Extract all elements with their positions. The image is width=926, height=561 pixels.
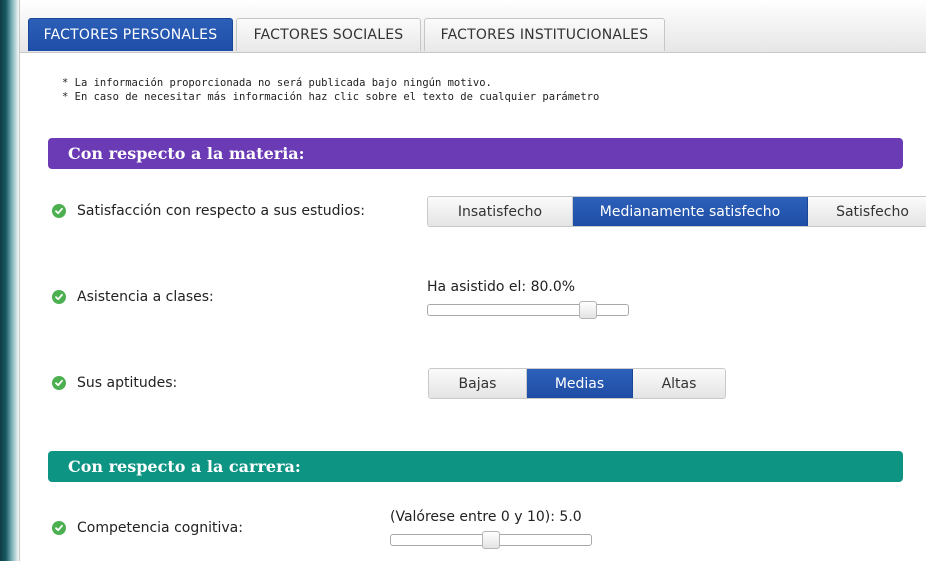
section-header-materia: Con respecto a la materia:	[48, 138, 903, 169]
asistencia-slider-handle[interactable]	[579, 301, 597, 319]
note-privacy: * La información proporcionada no será p…	[62, 77, 492, 89]
section-header-carrera: Con respecto a la carrera:	[48, 451, 903, 482]
field-label-satisfaccion[interactable]: Satisfacción con respecto a sus estudios…	[77, 203, 365, 219]
option-medianamente-satisfecho[interactable]: Medianamente satisfecho	[573, 197, 808, 226]
option-bajas[interactable]: Bajas	[429, 369, 527, 398]
field-aptitudes: Sus aptitudes:	[52, 375, 177, 391]
tab-factores-institucionales[interactable]: FACTORES INSTITUCIONALES	[424, 18, 665, 51]
option-satisfecho[interactable]: Satisfecho	[808, 197, 926, 226]
check-circle-icon	[52, 376, 66, 390]
field-label-aptitudes[interactable]: Sus aptitudes:	[77, 375, 177, 391]
aptitudes-segmented-control: Bajas Medias Altas	[428, 368, 726, 399]
factors-panel: FACTORES PERSONALES FACTORES SOCIALES FA…	[19, 0, 926, 561]
field-competencia: Competencia cognitiva:	[52, 520, 243, 536]
option-altas[interactable]: Altas	[633, 369, 725, 398]
tab-factores-sociales[interactable]: FACTORES SOCIALES	[236, 18, 421, 51]
check-circle-icon	[52, 521, 66, 535]
option-insatisfecho[interactable]: Insatisfecho	[428, 197, 573, 226]
competencia-slider[interactable]	[390, 531, 592, 549]
tab-factores-personales[interactable]: FACTORES PERSONALES	[28, 18, 233, 51]
competencia-value-label: (Valórese entre 0 y 10): 5.0	[390, 509, 582, 525]
option-medias[interactable]: Medias	[527, 369, 633, 398]
asistencia-value-label: Ha asistido el: 80.0%	[427, 279, 576, 295]
field-label-competencia[interactable]: Competencia cognitiva:	[77, 520, 243, 536]
check-circle-icon	[52, 290, 66, 304]
satisfaccion-segmented-control: Insatisfecho Medianamente satisfecho Sat…	[427, 196, 926, 227]
asistencia-slider[interactable]	[427, 301, 629, 319]
field-asistencia: Asistencia a clases:	[52, 289, 214, 305]
check-circle-icon	[52, 204, 66, 218]
note-help: * En caso de necesitar más información h…	[62, 91, 600, 103]
competencia-slider-handle[interactable]	[482, 531, 500, 549]
field-label-asistencia[interactable]: Asistencia a clases:	[77, 289, 214, 305]
info-notes: * La información proporcionada no será p…	[62, 76, 599, 104]
field-satisfaccion: Satisfacción con respecto a sus estudios…	[52, 203, 365, 219]
tab-bar: FACTORES PERSONALES FACTORES SOCIALES FA…	[20, 0, 926, 53]
